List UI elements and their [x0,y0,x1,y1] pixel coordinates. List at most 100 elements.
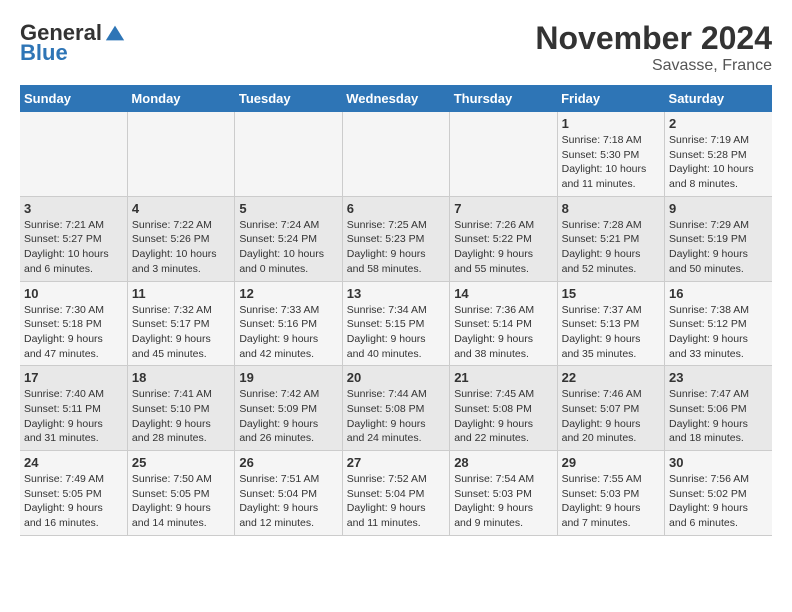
day-info-line: Daylight: 10 hours and 3 minutes. [132,247,230,276]
header-row: Sunday Monday Tuesday Wednesday Thursday… [20,85,772,112]
calendar-cell: 18Sunrise: 7:41 AMSunset: 5:10 PMDayligh… [127,366,234,451]
day-info-line: Sunset: 5:04 PM [347,487,445,502]
day-info-line: Sunrise: 7:33 AM [239,303,337,318]
day-number: 7 [454,201,552,216]
day-number: 9 [669,201,768,216]
day-info-line: Daylight: 10 hours and 8 minutes. [669,162,768,191]
day-number: 4 [132,201,230,216]
day-info-line: Sunrise: 7:40 AM [24,387,123,402]
day-info-line: Sunset: 5:11 PM [24,402,123,417]
day-number: 23 [669,370,768,385]
day-info-line: Daylight: 9 hours and 35 minutes. [562,332,660,361]
day-info-line: Daylight: 9 hours and 12 minutes. [239,501,337,530]
day-info-line: Sunrise: 7:29 AM [669,218,768,233]
day-number: 10 [24,286,123,301]
calendar-cell: 27Sunrise: 7:52 AMSunset: 5:04 PMDayligh… [342,451,449,536]
day-info-line: Daylight: 9 hours and 33 minutes. [669,332,768,361]
day-info-line: Sunset: 5:28 PM [669,148,768,163]
day-info-line: Daylight: 9 hours and 45 minutes. [132,332,230,361]
day-info: Sunrise: 7:36 AMSunset: 5:14 PMDaylight:… [454,303,552,362]
calendar-cell: 12Sunrise: 7:33 AMSunset: 5:16 PMDayligh… [235,281,342,366]
calendar-cell: 29Sunrise: 7:55 AMSunset: 5:03 PMDayligh… [557,451,664,536]
month-year-heading: November 2024 [535,20,772,57]
day-number: 1 [562,116,660,131]
calendar-cell: 26Sunrise: 7:51 AMSunset: 5:04 PMDayligh… [235,451,342,536]
day-info: Sunrise: 7:44 AMSunset: 5:08 PMDaylight:… [347,387,445,446]
calendar-body: 1 Sunrise: 7:18 AMSunset: 5:30 PM Daylight… [20,112,772,535]
day-info-line: Daylight: 9 hours and 52 minutes. [562,247,660,276]
calendar-table: Sunday Monday Tuesday Wednesday Thursday… [20,85,772,536]
day-info-line: Daylight: 9 hours and 6 minutes. [669,501,768,530]
calendar-cell [127,112,234,196]
day-info-line: Sunrise: 7:54 AM [454,472,552,487]
day-info-line: Sunrise: 7:42 AM [239,387,337,402]
day-info-line: Daylight: 9 hours and 31 minutes. [24,417,123,446]
day-info-line: Sunrise: 7:24 AM [239,218,337,233]
day-number: 5 [239,201,337,216]
logo: General Blue [20,20,128,66]
day-info-line: Sunset: 5:06 PM [669,402,768,417]
col-thursday: Thursday [450,85,557,112]
day-info: Sunrise: 7:28 AMSunset: 5:21 PMDaylight:… [562,218,660,277]
day-info-line: Daylight: 9 hours and 22 minutes. [454,417,552,446]
day-number: 30 [669,455,768,470]
day-info-line: Sunset: 5:05 PM [132,487,230,502]
calendar-cell: 1Sunrise: 7:18 AMSunset: 5:30 PMDaylight… [557,112,664,196]
day-info-line: Sunset: 5:10 PM [132,402,230,417]
day-info-line: Daylight: 9 hours and 16 minutes. [24,501,123,530]
day-info-line: Sunrise: 7:52 AM [347,472,445,487]
calendar-cell [450,112,557,196]
day-info-line: Sunrise: 7:51 AM [239,472,337,487]
day-info-line: Sunrise: 7:28 AM [562,218,660,233]
day-info-line: Daylight: 9 hours and 50 minutes. [669,247,768,276]
day-info: Sunrise: 7:49 AMSunset: 5:05 PMDaylight:… [24,472,123,531]
col-tuesday: Tuesday [235,85,342,112]
calendar-cell: 7Sunrise: 7:26 AMSunset: 5:22 PMDaylight… [450,196,557,281]
calendar-cell: 3Sunrise: 7:21 AMSunset: 5:27 PMDaylight… [20,196,127,281]
day-info-line: Sunrise: 7:37 AM [562,303,660,318]
calendar-cell: 13Sunrise: 7:34 AMSunset: 5:15 PMDayligh… [342,281,449,366]
day-info-line: Sunrise: 7:18 AM [562,133,660,148]
day-info-line: Sunrise: 7:22 AM [132,218,230,233]
day-number: 15 [562,286,660,301]
day-info-line: Daylight: 9 hours and 55 minutes. [454,247,552,276]
calendar-cell: 23 Sunrise: 7:47 AMSunset: 5:06 PMDayligh… [665,366,772,451]
calendar-cell: 8Sunrise: 7:28 AMSunset: 5:21 PMDaylight… [557,196,664,281]
calendar-cell: 25Sunrise: 7:50 AMSunset: 5:05 PMDayligh… [127,451,234,536]
day-info: Sunrise: 7:38 AMSunset: 5:12 PMDaylight:… [669,303,768,362]
day-info: Sunrise: 7:40 AMSunset: 5:11 PMDaylight:… [24,387,123,446]
day-info: Sunrise: 7:51 AMSunset: 5:04 PMDaylight:… [239,472,337,531]
day-info-line: Sunrise: 7:36 AM [454,303,552,318]
day-info-line: Sunset: 5:12 PM [669,317,768,332]
day-info-line: Sunrise: 7:30 AM [24,303,123,318]
col-wednesday: Wednesday [342,85,449,112]
calendar-cell [235,112,342,196]
calendar-cell: 9Sunrise: 7:29 AMSunset: 5:19 PMDaylight… [665,196,772,281]
day-info-line: Sunset: 5:21 PM [562,232,660,247]
day-info: Sunrise: 7:47 AMSunset: 5:06 PMDaylight:… [669,387,768,446]
day-info-line: Daylight: 9 hours and 20 minutes. [562,417,660,446]
day-number: 27 [347,455,445,470]
calendar-cell: 21Sunrise: 7:45 AMSunset: 5:08 PMDayligh… [450,366,557,451]
day-number: 3 [24,201,123,216]
day-info-line: Sunrise: 7:56 AM [669,472,768,487]
calendar-cell: 4Sunrise: 7:22 AMSunset: 5:26 PMDaylight… [127,196,234,281]
calendar-cell: 19Sunrise: 7:42 AMSunset: 5:09 PMDayligh… [235,366,342,451]
day-info-line: Sunrise: 7:38 AM [669,303,768,318]
day-number: 13 [347,286,445,301]
day-info-line: Sunset: 5:23 PM [347,232,445,247]
day-info-line: Sunrise: 7:19 AM [669,133,768,148]
day-info-line: Sunrise: 7:25 AM [347,218,445,233]
day-info-line: Sunset: 5:30 PM [562,148,660,163]
calendar-cell: 14Sunrise: 7:36 AMSunset: 5:14 PMDayligh… [450,281,557,366]
day-info-line: Sunset: 5:15 PM [347,317,445,332]
day-info: Sunrise: 7:50 AMSunset: 5:05 PMDaylight:… [132,472,230,531]
day-info-line: Sunset: 5:09 PM [239,402,337,417]
day-info-line: Sunset: 5:14 PM [454,317,552,332]
calendar-cell: 5Sunrise: 7:24 AMSunset: 5:24 PMDaylight… [235,196,342,281]
location-heading: Savasse, France [535,57,772,75]
day-info-line: Daylight: 9 hours and 40 minutes. [347,332,445,361]
day-info-line: Sunset: 5:16 PM [239,317,337,332]
page-header: General Blue November 2024 Savasse, Fran… [20,20,772,75]
col-monday: Monday [127,85,234,112]
